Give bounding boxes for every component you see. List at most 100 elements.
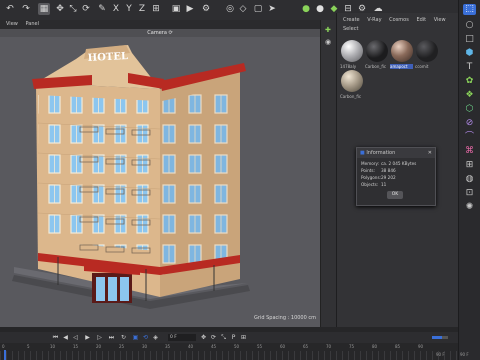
pointer-icon[interactable]: ➤: [266, 3, 278, 15]
tick-label: 80: [372, 344, 378, 349]
zoom-slider[interactable]: [432, 336, 448, 339]
tick-label: 10: [50, 344, 56, 349]
tick-label: 5: [27, 344, 30, 349]
transport-bar: ⏮ ◀ ◁ ▶ ▷ ⏭ ↻ ▣ ⟲ ◈ 0 F ✥ ⟳ ⤡ P ⊞: [0, 332, 458, 343]
end-frame-field[interactable]: 90 F: [460, 352, 469, 357]
tick-label: 15: [73, 344, 79, 349]
menu-view[interactable]: View: [6, 21, 18, 27]
right-tool-palette: ⬚ ○ □ ⬢ T ✿ ❖ ⬡ ⊘ ⌒ ⌘ ⊞ ◍ ⊡ ✺: [458, 0, 480, 360]
cube-icon[interactable]: ⬢: [463, 48, 476, 59]
keyframe-options-icon[interactable]: ◈: [152, 334, 159, 341]
key-move-icon[interactable]: ✥: [200, 334, 207, 341]
menu-vray[interactable]: V-Ray: [367, 17, 381, 23]
hexagon-icon[interactable]: ⬡: [463, 104, 476, 115]
ok-button[interactable]: OK: [387, 191, 403, 199]
grid-icon[interactable]: ⊞: [463, 160, 476, 171]
playhead[interactable]: [4, 350, 6, 360]
info-row: Memory: ca. 2 045 KBytes: [361, 161, 417, 166]
bend-icon[interactable]: ⌒: [463, 132, 476, 143]
material-menubar: Create V-Ray Cosmos Edit View Select: [337, 16, 459, 32]
rotate-tool-icon[interactable]: ⟳: [80, 3, 92, 15]
go-to-end-icon[interactable]: ⏭: [108, 334, 115, 341]
deformer-icon[interactable]: ⊘: [463, 118, 476, 129]
info-row: Polygons:29 202: [361, 175, 396, 180]
menu-view[interactable]: View: [434, 17, 446, 23]
layer-icon[interactable]: ◉: [325, 38, 331, 46]
text-icon[interactable]: T: [463, 62, 476, 73]
3d-viewport[interactable]: Camera ⟳ HOTEL Grid Spacing: 10000 cm: [0, 29, 320, 327]
autokey-icon[interactable]: ⟲: [142, 334, 149, 341]
tick-label: 45: [211, 344, 217, 349]
render-region-icon[interactable]: ▣: [170, 3, 182, 15]
light-icon[interactable]: ✺: [463, 202, 476, 213]
previous-key-icon[interactable]: ◀: [62, 334, 69, 341]
info-row: Objects: 11: [361, 182, 387, 187]
generator-icon[interactable]: ✿: [463, 76, 476, 87]
play-icon[interactable]: ▶: [84, 334, 91, 341]
selection-tool-icon[interactable]: ▦: [38, 3, 50, 15]
key-param-icon[interactable]: P: [230, 334, 237, 341]
material-label: Carbon_fic: [365, 64, 387, 69]
close-icon[interactable]: ✕: [428, 148, 432, 158]
grid-spacing-readout: Grid Spacing : 10000 cm: [254, 315, 316, 321]
green-object-icon[interactable]: ●: [300, 3, 312, 15]
globe-icon[interactable]: ◍: [463, 174, 476, 185]
material-swatch[interactable]: Carbon_fic: [365, 40, 388, 69]
material-swatch[interactable]: amapoct: [390, 40, 413, 69]
timeline-ruler[interactable]: 0 5 10 15 20 25 30 35 40 45 50 55 60 65 …: [0, 343, 458, 360]
pen-tool-icon[interactable]: ✎: [96, 3, 108, 15]
scale-tool-icon[interactable]: ⤡: [67, 3, 79, 15]
material-swatch[interactable]: 1478aly: [340, 40, 363, 69]
render-view-icon[interactable]: ▶: [184, 3, 196, 15]
square-icon[interactable]: □: [463, 34, 476, 45]
material-label: ccomit: [415, 64, 429, 69]
y-axis-icon[interactable]: Y: [123, 3, 135, 15]
tick-label: 35: [165, 344, 171, 349]
tick-label: 65: [303, 344, 309, 349]
info-icon: ■: [360, 150, 365, 156]
move-tool-icon[interactable]: ✥: [54, 3, 66, 15]
render-settings-icon[interactable]: ⚙: [200, 3, 212, 15]
select-mode-icon[interactable]: ⬚: [463, 4, 476, 15]
key-grid-icon[interactable]: ⊞: [240, 334, 247, 341]
z-axis-icon[interactable]: Z: [136, 3, 148, 15]
menu-create[interactable]: Create: [343, 17, 360, 23]
menu-select[interactable]: Select: [343, 26, 358, 32]
loop-icon[interactable]: ↻: [120, 334, 127, 341]
menu-panel[interactable]: Panel: [25, 21, 39, 27]
go-to-start-icon[interactable]: ⏮: [52, 334, 59, 341]
field-icon[interactable]: ⌘: [463, 146, 476, 157]
record-icon[interactable]: ▣: [132, 334, 139, 341]
redo-icon[interactable]: ↷: [20, 3, 32, 15]
cloner-icon[interactable]: ❖: [463, 90, 476, 101]
current-frame-field[interactable]: 0 F: [168, 334, 196, 341]
tick-label: 70: [326, 344, 332, 349]
end-frame-label[interactable]: 90 F: [436, 352, 445, 357]
key-rotate-icon[interactable]: ⟳: [210, 334, 217, 341]
undo-icon[interactable]: ↶: [4, 3, 16, 15]
circle-icon[interactable]: ○: [463, 20, 476, 31]
lock-icon[interactable]: ▢: [252, 3, 264, 15]
material-label: Carbon_fic: [340, 94, 362, 99]
viewport-side-strip: ✚ ◉: [320, 20, 337, 327]
menu-cosmos[interactable]: Cosmos: [389, 17, 409, 23]
material-swatch[interactable]: Carbon_fic: [340, 70, 363, 99]
dialog-titlebar: ■ Information ✕: [357, 148, 435, 158]
info-row: Points: 38 846: [361, 168, 396, 173]
visibility-icon[interactable]: ✚: [325, 26, 331, 34]
tick-label: 50: [234, 344, 240, 349]
viewport-menubar: View Panel: [0, 20, 336, 29]
material-sphere-icon[interactable]: ●: [314, 3, 326, 15]
key-scale-icon[interactable]: ⤡: [220, 334, 227, 341]
menu-edit[interactable]: Edit: [416, 17, 426, 23]
workplane-icon[interactable]: ◇: [237, 3, 249, 15]
dialog-title: Information: [366, 150, 396, 156]
play-backward-icon[interactable]: ◁: [72, 334, 79, 341]
material-preview: [365, 40, 388, 62]
x-axis-icon[interactable]: X: [110, 3, 122, 15]
material-swatch[interactable]: ccomit: [415, 40, 438, 69]
camera-icon[interactable]: ⊡: [463, 188, 476, 199]
coordinate-system-icon[interactable]: ⊞: [150, 3, 162, 15]
snap-icon[interactable]: ◎: [224, 3, 236, 15]
next-key-icon[interactable]: ▷: [96, 334, 103, 341]
